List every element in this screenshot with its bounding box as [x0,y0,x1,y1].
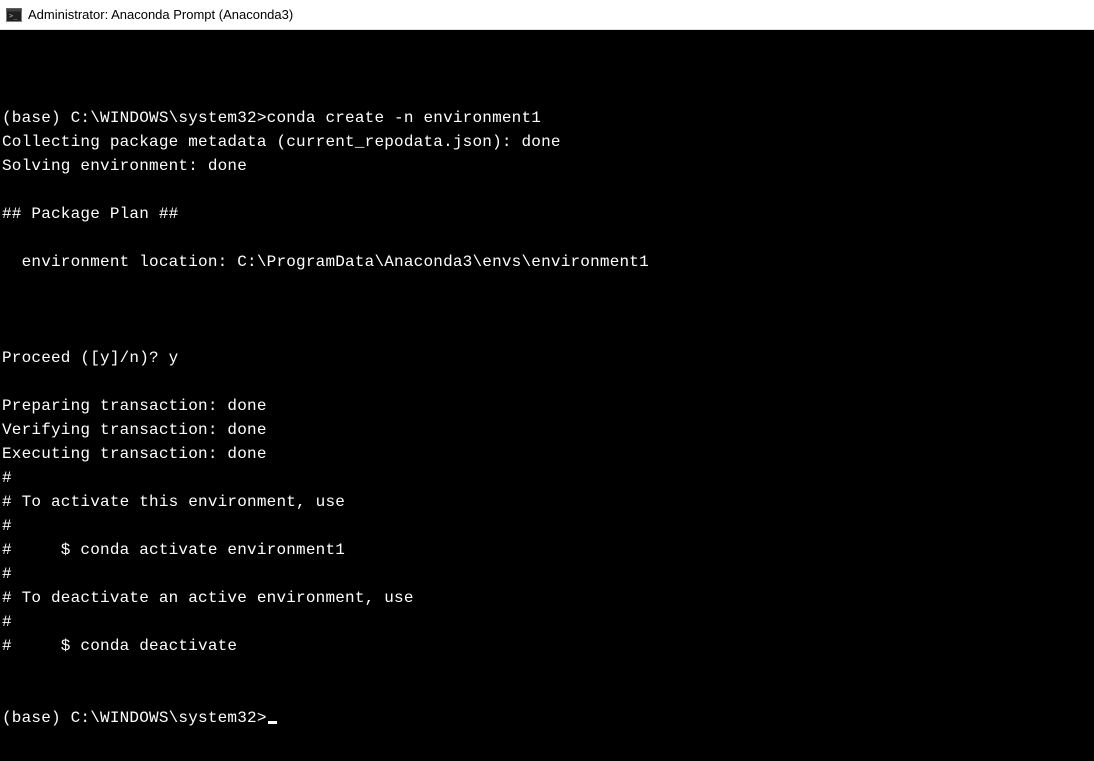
terminal-line: Solving environment: done [2,154,1092,178]
terminal-line: # [2,466,1092,490]
terminal-prompt-line: (base) C:\WINDOWS\system32> [2,706,1092,730]
terminal-line: environment location: C:\ProgramData\Ana… [2,250,1092,274]
terminal-line: (base) C:\WINDOWS\system32>conda create … [2,106,1092,130]
terminal-line: Preparing transaction: done [2,394,1092,418]
terminal-icon: >_ [6,7,22,23]
terminal-line [2,322,1092,346]
terminal-line: # [2,610,1092,634]
terminal-line: Proceed ([y]/n)? y [2,346,1092,370]
window-titlebar: >_ Administrator: Anaconda Prompt (Anaco… [0,0,1094,30]
terminal-line: # To activate this environment, use [2,490,1092,514]
terminal-area[interactable]: (base) C:\WINDOWS\system32>conda create … [0,30,1094,761]
svg-text:>_: >_ [9,12,18,20]
terminal-line [2,82,1092,106]
terminal-line: Collecting package metadata (current_rep… [2,130,1092,154]
terminal-prompt: (base) C:\WINDOWS\system32> [2,709,267,727]
terminal-line: # $ conda deactivate [2,634,1092,658]
terminal-line: # [2,562,1092,586]
terminal-line [2,298,1092,322]
cursor-icon [268,721,277,724]
terminal-line [2,274,1092,298]
terminal-line [2,370,1092,394]
terminal-line: Verifying transaction: done [2,418,1092,442]
terminal-line [2,658,1092,682]
terminal-line: # $ conda activate environment1 [2,538,1092,562]
terminal-line: Executing transaction: done [2,442,1092,466]
terminal-line [2,226,1092,250]
window-title: Administrator: Anaconda Prompt (Anaconda… [28,7,293,22]
terminal-line [2,178,1092,202]
terminal-output: (base) C:\WINDOWS\system32>conda create … [2,82,1092,706]
terminal-line: ## Package Plan ## [2,202,1092,226]
terminal-line: # [2,514,1092,538]
terminal-line [2,682,1092,706]
terminal-line: # To deactivate an active environment, u… [2,586,1092,610]
